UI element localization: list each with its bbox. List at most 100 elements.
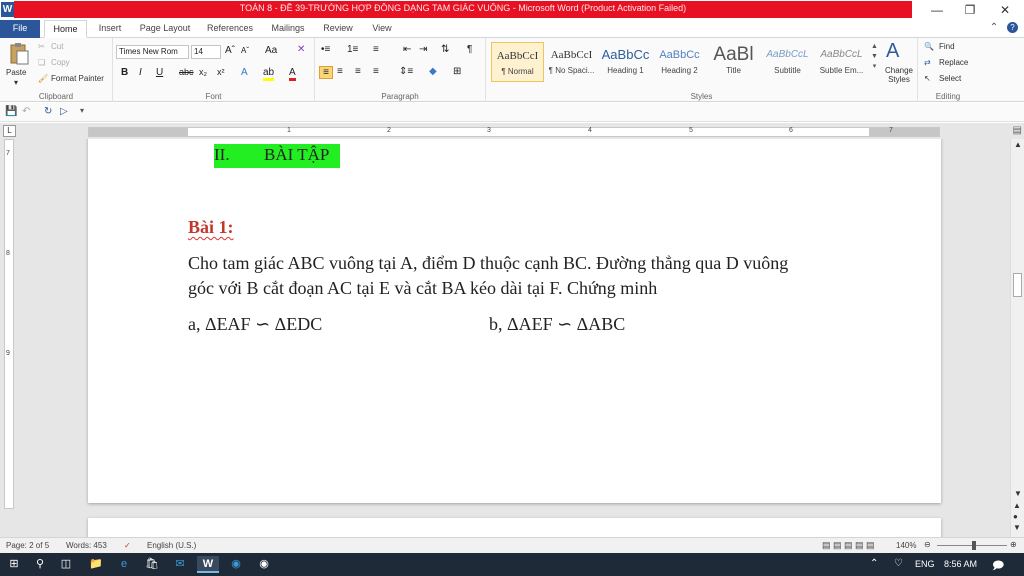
view-ruler-icon[interactable]: ▤	[1013, 125, 1022, 136]
help-icon[interactable]: ?	[1007, 22, 1018, 33]
customize-qat-icon[interactable]: ▾	[80, 106, 84, 115]
zoom-in-icon[interactable]: ⊕	[1010, 540, 1017, 549]
print-preview-icon[interactable]: ▷	[60, 106, 68, 117]
tab-page-layout[interactable]: Page Layout	[136, 20, 194, 38]
language-indicator[interactable]: English (U.S.)	[147, 541, 196, 550]
change-case-icon[interactable]: Aa	[265, 45, 277, 56]
style-subtitle[interactable]: AaBbCcL Subtitle	[761, 42, 814, 82]
paste-dropdown-icon[interactable]: ▾	[14, 78, 18, 87]
justify-icon[interactable]: ≡	[373, 66, 379, 77]
start-icon[interactable]: ⊞	[3, 556, 25, 573]
word-count[interactable]: Words: 453	[66, 541, 107, 550]
style-heading-1[interactable]: AaBbCc Heading 1	[599, 42, 652, 82]
align-left-icon[interactable]: ≡	[319, 66, 333, 79]
bullets-icon[interactable]: •≡	[321, 44, 330, 55]
edge-icon[interactable]: e	[113, 556, 135, 573]
superscript-icon[interactable]: x²	[217, 67, 225, 77]
next-page-icon[interactable]: ▼	[1013, 523, 1021, 532]
bold-icon[interactable]: B	[121, 67, 128, 78]
tab-insert[interactable]: Insert	[92, 20, 128, 38]
clock[interactable]: 8:56 AM	[944, 559, 977, 569]
collapse-ribbon-icon[interactable]: ⌃	[990, 22, 998, 33]
borders-icon[interactable]: ⊞	[453, 66, 461, 77]
tab-mailings[interactable]: Mailings	[266, 20, 310, 38]
style-title[interactable]: AaBl Title	[707, 42, 760, 82]
notifications-icon[interactable]: 🗩	[992, 557, 1004, 576]
grow-font-icon[interactable]: Aˆ	[225, 45, 235, 56]
style-normal[interactable]: AaBbCcI ¶ Normal	[491, 42, 544, 82]
cut-button[interactable]: Cut	[51, 42, 63, 51]
align-right-icon[interactable]: ≡	[355, 66, 361, 77]
previous-page-icon[interactable]: ▲	[1013, 501, 1021, 510]
next-page[interactable]	[88, 518, 941, 537]
subscript-icon[interactable]: x₂	[199, 67, 207, 77]
tab-selector[interactable]: L	[3, 125, 16, 137]
minimize-button[interactable]: —	[922, 2, 952, 18]
align-center-icon[interactable]: ≡	[337, 66, 343, 77]
underline-icon[interactable]: U	[156, 67, 163, 78]
format-painter-button[interactable]: Format Painter	[51, 74, 104, 83]
scroll-down-icon[interactable]: ▼	[1014, 489, 1022, 498]
browse-object-icon[interactable]: ●	[1013, 512, 1018, 521]
search-icon[interactable]: ⚲	[29, 556, 51, 573]
chat-icon[interactable]: ◉	[253, 556, 275, 573]
tab-home[interactable]: Home	[44, 20, 87, 38]
sort-icon[interactable]: ⇅	[441, 44, 449, 55]
shading-icon[interactable]: ◆	[429, 66, 437, 77]
redo-icon[interactable]: ↻	[44, 106, 52, 117]
change-styles-button[interactable]: Change Styles	[882, 66, 916, 84]
input-language[interactable]: ENG	[915, 559, 935, 569]
style-heading-2[interactable]: AaBbCc Heading 2	[653, 42, 706, 82]
find-button[interactable]: Find	[939, 42, 955, 51]
store-icon[interactable]: 🛍	[141, 556, 163, 573]
scroll-up-icon[interactable]: ▲	[1014, 140, 1022, 149]
zoom-out-icon[interactable]: ⊖	[924, 540, 931, 549]
page-indicator[interactable]: Page: 2 of 5	[6, 541, 49, 550]
task-view-icon[interactable]: ◫	[55, 556, 77, 573]
zalo-icon[interactable]: ◉	[225, 556, 247, 573]
horizontal-ruler[interactable]: 1 2 3 4 5 6 7	[88, 127, 940, 137]
tab-file[interactable]: File	[0, 20, 40, 38]
style-no-spacing[interactable]: AaBbCcI ¶ No Spaci...	[545, 42, 598, 82]
vertical-ruler[interactable]: 7 8 9	[4, 139, 14, 509]
numbering-icon[interactable]: 1≡	[347, 44, 358, 55]
tray-expand-icon[interactable]: ⌃	[870, 558, 878, 569]
close-button[interactable]: ✕	[990, 2, 1020, 18]
show-formatting-icon[interactable]: ¶	[467, 44, 472, 55]
copy-button[interactable]: Copy	[51, 58, 70, 67]
proofing-icon[interactable]: ✓	[124, 541, 131, 550]
scrollbar-thumb[interactable]	[1013, 273, 1022, 297]
increase-indent-icon[interactable]: ⇥	[419, 44, 427, 55]
highlight-color-icon[interactable]: ab	[263, 67, 275, 81]
tab-view[interactable]: View	[366, 20, 398, 38]
save-icon[interactable]: 💾	[5, 106, 17, 117]
zoom-slider-handle[interactable]	[972, 541, 976, 550]
zoom-level[interactable]: 140%	[896, 541, 916, 550]
text-effects-icon[interactable]: A	[241, 67, 248, 78]
font-color-icon[interactable]: A	[289, 67, 296, 81]
line-spacing-icon[interactable]: ⇕≡	[399, 66, 413, 77]
restore-button[interactable]: ❐	[955, 2, 985, 18]
document-page[interactable]: II. BÀI TẬP Bài 1: Cho tam giác ABC vuôn…	[88, 139, 941, 503]
styles-scroll-icon[interactable]: ▲ ▼ ▾	[871, 42, 878, 72]
change-styles-icon[interactable]: A	[886, 40, 899, 63]
select-button[interactable]: Select	[939, 74, 961, 83]
file-explorer-icon[interactable]: 📁	[85, 556, 107, 573]
decrease-indent-icon[interactable]: ⇤	[403, 44, 411, 55]
font-name-combo[interactable]: Times New Rom	[116, 45, 189, 59]
multilevel-list-icon[interactable]: ≡	[373, 44, 379, 55]
tab-references[interactable]: References	[202, 20, 258, 38]
font-size-combo[interactable]: 14	[191, 45, 221, 59]
vertical-scrollbar[interactable]: ▲ ▼ ▲ ● ▼	[1010, 139, 1024, 537]
style-subtle-emphasis[interactable]: AaBbCcL Subtle Em...	[815, 42, 868, 82]
strikethrough-icon[interactable]: abc	[179, 67, 194, 77]
undo-icon[interactable]: ↶	[22, 106, 30, 117]
tab-review[interactable]: Review	[318, 20, 358, 38]
word-taskbar-icon[interactable]: W	[197, 556, 219, 573]
network-icon[interactable]: ♡	[894, 558, 903, 569]
word-app-icon[interactable]: W	[1, 2, 14, 17]
paste-button[interactable]: Paste	[6, 68, 26, 77]
mail-icon[interactable]: ✉	[169, 556, 191, 573]
view-buttons[interactable]: ▤ ▤ ▤ ▤ ▤	[822, 540, 875, 551]
paste-icon[interactable]	[6, 42, 32, 65]
